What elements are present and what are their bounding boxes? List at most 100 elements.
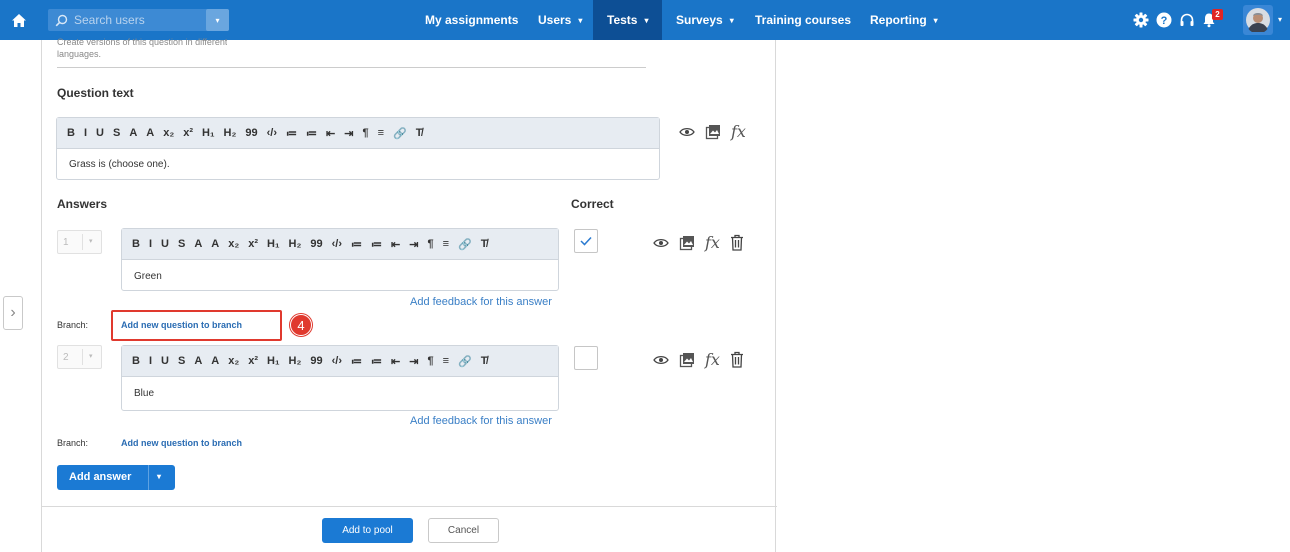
toolbar-button[interactable]: ¶ bbox=[427, 238, 433, 250]
toolbar-button[interactable]: 🔗 bbox=[393, 127, 407, 140]
toolbar-button[interactable]: H₁ bbox=[202, 127, 215, 139]
answer-text[interactable]: Green bbox=[122, 260, 558, 293]
toolbar-button[interactable]: T̸ bbox=[481, 355, 488, 367]
toolbar-button[interactable]: A bbox=[194, 238, 202, 250]
toolbar-button[interactable]: ⇥ bbox=[344, 127, 353, 140]
toolbar-button[interactable]: S bbox=[178, 355, 185, 367]
add-answer-button[interactable]: Add answer ▾ bbox=[57, 465, 175, 490]
formula-icon[interactable]: fx bbox=[705, 350, 720, 369]
toolbar-button[interactable]: ⇥ bbox=[409, 238, 418, 251]
toolbar-button[interactable]: ≔ bbox=[351, 238, 362, 251]
toolbar-button[interactable]: ⇥ bbox=[409, 355, 418, 368]
toolbar-button[interactable]: ⇤ bbox=[391, 238, 400, 251]
correct-checkbox[interactable] bbox=[574, 346, 598, 370]
toolbar-button[interactable]: 99 bbox=[310, 238, 322, 250]
settings-button[interactable] bbox=[1130, 9, 1152, 31]
add-to-pool-button[interactable]: Add to pool bbox=[322, 518, 413, 543]
home-button[interactable] bbox=[7, 8, 31, 32]
toolbar-button[interactable]: x² bbox=[248, 238, 258, 250]
cancel-button[interactable]: Cancel bbox=[428, 518, 499, 543]
toolbar-button[interactable]: T̸ bbox=[481, 238, 488, 250]
toolbar-button[interactable]: ‹/› bbox=[332, 238, 342, 250]
preview-button[interactable] bbox=[653, 355, 669, 365]
delete-answer-button[interactable] bbox=[730, 351, 744, 368]
toolbar-button[interactable]: x₂ bbox=[228, 355, 239, 367]
toolbar-button[interactable]: H₁ bbox=[267, 355, 280, 367]
toolbar-button[interactable]: ≔ bbox=[286, 127, 297, 140]
toolbar-button[interactable]: ‹/› bbox=[267, 127, 277, 139]
expand-sidebar-button[interactable]: › bbox=[3, 296, 23, 330]
toolbar-button[interactable]: H₂ bbox=[289, 355, 302, 367]
answer-order-select[interactable]: 1 ▾ bbox=[57, 230, 102, 254]
toolbar-button[interactable]: I bbox=[149, 355, 152, 367]
formula-icon[interactable]: fx bbox=[731, 122, 746, 141]
preview-button[interactable] bbox=[679, 127, 695, 137]
toolbar-button[interactable]: I bbox=[84, 127, 87, 139]
toolbar-button[interactable]: H₂ bbox=[289, 238, 302, 250]
toolbar-button[interactable]: ≔ bbox=[351, 355, 362, 368]
toolbar-button[interactable]: x₂ bbox=[228, 238, 239, 250]
answer-editor[interactable]: B I U S A Ax₂ x² H₁ H₂ 99 ‹/› ≔ ≔ ⇤ ⇥ ¶ ≡ 🔗 T̸ Green bbox=[121, 228, 559, 291]
insert-media-button[interactable] bbox=[679, 235, 695, 251]
insert-media-button[interactable] bbox=[705, 124, 721, 140]
toolbar-button[interactable]: U bbox=[161, 355, 169, 367]
support-button[interactable] bbox=[1176, 9, 1198, 31]
toolbar-button[interactable]: 99 bbox=[310, 355, 322, 367]
add-feedback-link[interactable]: Add feedback for this answer bbox=[410, 296, 552, 308]
toolbar-button[interactable]: A bbox=[211, 355, 219, 367]
nav-surveys[interactable]: Surveys ▾ bbox=[676, 0, 734, 40]
toolbar-button[interactable]: x² bbox=[248, 355, 258, 367]
toolbar-button[interactable]: ≔ bbox=[371, 355, 382, 368]
delete-answer-button[interactable] bbox=[730, 234, 744, 251]
toolbar-button[interactable]: ≡ bbox=[443, 355, 449, 367]
toolbar-button[interactable]: A bbox=[146, 127, 154, 139]
avatar[interactable] bbox=[1243, 5, 1273, 35]
toolbar-button[interactable]: I bbox=[149, 238, 152, 250]
answer-text[interactable]: Blue bbox=[122, 377, 558, 410]
toolbar-button[interactable]: H₁ bbox=[267, 238, 280, 250]
toolbar-button[interactable]: ≡ bbox=[378, 127, 384, 139]
toolbar-button[interactable]: ≔ bbox=[306, 127, 317, 140]
toolbar-button[interactable]: H₂ bbox=[224, 127, 237, 139]
nav-training-courses[interactable]: Training courses bbox=[755, 0, 851, 40]
toolbar-button[interactable]: ⇤ bbox=[326, 127, 335, 140]
nav-my-assignments[interactable]: My assignments bbox=[425, 0, 518, 40]
toolbar-button[interactable]: B bbox=[132, 355, 140, 367]
help-button[interactable]: ? bbox=[1153, 9, 1175, 31]
answer-order-select[interactable]: 2 ▾ bbox=[57, 345, 102, 369]
toolbar-button[interactable]: S bbox=[178, 238, 185, 250]
toolbar-button[interactable]: ‹/› bbox=[332, 355, 342, 367]
chevron-down-icon[interactable]: ▾ bbox=[157, 472, 161, 481]
toolbar-button[interactable]: ≔ bbox=[371, 238, 382, 251]
toolbar-button[interactable]: B bbox=[132, 238, 140, 250]
toolbar-button[interactable]: S bbox=[113, 127, 120, 139]
toolbar-button[interactable]: A bbox=[129, 127, 137, 139]
chevron-down-icon[interactable]: ▾ bbox=[1278, 15, 1282, 24]
search-input[interactable] bbox=[74, 13, 224, 27]
question-text-editor[interactable]: B I U S A Ax₂ x² H₁ H₂ 99 ‹/› ≔ ≔ ⇤ ⇥ ¶ ≡ 🔗 T̸ Grass is (c… bbox=[56, 117, 660, 180]
add-branch-question-link[interactable]: Add new question to branch bbox=[121, 438, 242, 448]
nav-users[interactable]: Users ▾ bbox=[538, 0, 582, 40]
toolbar-button[interactable]: A bbox=[211, 238, 219, 250]
answer-editor[interactable]: B I U S A Ax₂ x² H₁ H₂ 99 ‹/› ≔ ≔ ⇤ ⇥ ¶ ≡ 🔗 T̸ Blue bbox=[121, 345, 559, 411]
toolbar-button[interactable]: B bbox=[67, 127, 75, 139]
toolbar-button[interactable]: U bbox=[96, 127, 104, 139]
insert-media-button[interactable] bbox=[679, 352, 695, 368]
toolbar-button[interactable]: ¶ bbox=[362, 127, 368, 139]
toolbar-button[interactable]: 🔗 bbox=[458, 238, 472, 251]
search-dropdown-button[interactable]: ▾ bbox=[206, 9, 229, 31]
toolbar-button[interactable]: ¶ bbox=[427, 355, 433, 367]
question-text-content[interactable]: Grass is (choose one). bbox=[57, 149, 659, 181]
toolbar-button[interactable]: x² bbox=[183, 127, 193, 139]
nav-tests[interactable]: Tests ▾ bbox=[593, 0, 663, 40]
correct-checkbox[interactable] bbox=[574, 229, 598, 253]
toolbar-button[interactable]: U bbox=[161, 238, 169, 250]
toolbar-button[interactable]: x₂ bbox=[163, 127, 174, 139]
nav-reporting[interactable]: Reporting ▾ bbox=[870, 0, 938, 40]
toolbar-button[interactable]: ⇤ bbox=[391, 355, 400, 368]
add-feedback-link[interactable]: Add feedback for this answer bbox=[410, 415, 552, 427]
toolbar-button[interactable]: A bbox=[194, 355, 202, 367]
toolbar-button[interactable]: 99 bbox=[245, 127, 257, 139]
toolbar-button[interactable]: T̸ bbox=[416, 127, 423, 139]
toolbar-button[interactable]: 🔗 bbox=[458, 355, 472, 368]
